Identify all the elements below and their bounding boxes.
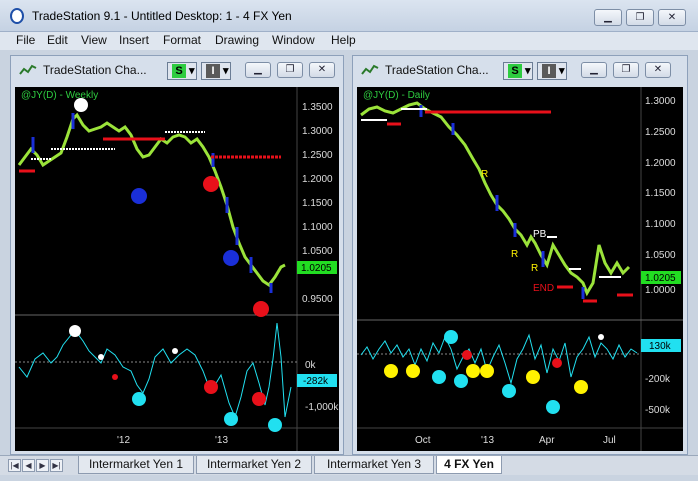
menu-drawing[interactable]: Drawing — [215, 33, 259, 47]
price-badge-label: 1.0205 — [645, 273, 676, 284]
signal-dot — [131, 188, 147, 204]
chart-minimize-button[interactable]: ▁ — [581, 62, 607, 78]
tab-4-fx-yen[interactable]: 4 FX Yen — [436, 456, 502, 474]
signal-dot — [253, 301, 269, 317]
menu-window[interactable]: Window — [272, 33, 315, 47]
tab-intermarket-yen-2[interactable]: Intermarket Yen 2 — [196, 456, 312, 474]
price-tick: 1.1500 — [302, 198, 333, 209]
price-tick: 1.0000 — [645, 285, 676, 296]
chart-close-button[interactable]: ✕ — [309, 62, 335, 78]
last-tab-icon[interactable]: ▶| — [50, 459, 63, 472]
indicator-badge-label: -282k — [303, 376, 329, 387]
menu-file[interactable]: File — [16, 33, 35, 47]
daily-chart[interactable]: @JY(D) - Daily 1.3000 1.2500 1.2000 1.15… — [357, 87, 683, 451]
price-tick: 1.3500 — [302, 102, 333, 113]
first-tab-icon[interactable]: |◀ — [8, 459, 21, 472]
price-badge-label: 1.0205 — [301, 263, 332, 274]
menu-help[interactable]: Help — [331, 33, 356, 47]
indicator-button[interactable]: I ▾ — [201, 62, 231, 80]
chart-window-title: TradeStation Cha... — [43, 63, 147, 77]
tab-intermarket-yen-3[interactable]: Intermarket Yen 3 — [314, 456, 434, 474]
x-tick: '13 — [481, 435, 494, 446]
menu-insert[interactable]: Insert — [119, 33, 149, 47]
weekly-chart[interactable]: @JY(D) - Weekly 1.3500 1.3000 1.2500 1.2… — [15, 87, 339, 451]
chart-window-icon — [19, 64, 37, 75]
status-strip — [0, 475, 698, 481]
chart-window-icon — [361, 64, 379, 75]
app-titlebar: TradeStation 9.1 - Untitled Desktop: 1 -… — [0, 0, 698, 32]
symbol-label: @JY(D) - Weekly — [21, 90, 98, 101]
chart-window-daily[interactable]: TradeStation Cha... S ▾ I ▾ ▁ ❐ ✕ @JY(D)… — [352, 55, 688, 455]
indicator-tick: -500k — [645, 405, 671, 416]
next-tab-icon[interactable]: ▶ — [36, 459, 49, 472]
annotation-label: R — [511, 249, 518, 260]
indicator-tick: 0k — [305, 360, 317, 371]
menu-view[interactable]: View — [81, 33, 107, 47]
annotation-label: R — [481, 169, 488, 180]
indicator-tick: -1,000k — [305, 402, 339, 413]
indicator-tick: -200k — [645, 374, 671, 385]
annotation-label: END — [533, 283, 554, 294]
price-tick: 0.9500 — [302, 294, 333, 305]
menu-bar: File Edit View Insert Format Drawing Win… — [0, 32, 698, 50]
menu-edit[interactable]: Edit — [47, 33, 68, 47]
strategy-button[interactable]: S ▾ — [167, 62, 197, 80]
price-tick: 1.3000 — [645, 96, 676, 107]
prev-tab-icon[interactable]: ◀ — [22, 459, 35, 472]
x-tick: Jul — [603, 435, 616, 446]
strategy-button[interactable]: S ▾ — [503, 62, 533, 80]
chart-close-button[interactable]: ✕ — [645, 62, 671, 78]
price-tick: 1.0500 — [302, 246, 333, 257]
minimize-button[interactable]: ▁ — [594, 9, 622, 26]
chart-minimize-button[interactable]: ▁ — [245, 62, 271, 78]
indicator-button[interactable]: I ▾ — [537, 62, 567, 80]
tradestation-logo-icon — [10, 8, 24, 24]
chart-window-titlebar: TradeStation Cha... S ▾ I ▾ ▁ ❐ ✕ — [353, 56, 687, 84]
signal-dot — [74, 98, 88, 112]
chart-window-title: TradeStation Cha... — [385, 63, 489, 77]
x-tick: Oct — [415, 435, 431, 446]
price-tick: 1.2000 — [302, 174, 333, 185]
price-tick: 1.2500 — [302, 150, 333, 161]
price-tick: 1.2000 — [645, 158, 676, 169]
desktop-tab-bar: |◀ ◀ ▶ ▶| Intermarket Yen 1 Intermarket … — [0, 455, 698, 475]
symbol-label: @JY(D) - Daily — [363, 90, 430, 101]
price-tick: 1.1000 — [302, 222, 333, 233]
tab-intermarket-yen-1[interactable]: Intermarket Yen 1 — [78, 456, 194, 474]
signal-dot — [203, 176, 219, 192]
chart-window-titlebar: TradeStation Cha... S ▾ I ▾ ▁ ❐ ✕ — [11, 56, 343, 84]
menu-format[interactable]: Format — [163, 33, 201, 47]
price-tick: 1.2500 — [645, 127, 676, 138]
price-tick: 1.1000 — [645, 219, 676, 230]
x-tick: '12 — [117, 435, 130, 446]
app-title: TradeStation 9.1 - Untitled Desktop: 1 -… — [32, 9, 292, 23]
annotation-label: PB — [533, 229, 547, 240]
restore-button[interactable]: ❐ — [626, 9, 654, 26]
x-tick: '13 — [215, 435, 228, 446]
price-tick: 1.0500 — [645, 250, 676, 261]
x-tick: Apr — [539, 435, 555, 446]
indicator-badge-label: 130k — [649, 341, 672, 352]
signal-dot — [223, 250, 239, 266]
chart-restore-button[interactable]: ❐ — [277, 62, 303, 78]
chart-restore-button[interactable]: ❐ — [613, 62, 639, 78]
price-tick: 1.3000 — [302, 126, 333, 137]
close-button[interactable]: ✕ — [658, 9, 686, 26]
annotation-label: R — [531, 263, 538, 274]
price-tick: 1.1500 — [645, 188, 676, 199]
chart-window-weekly[interactable]: TradeStation Cha... S ▾ I ▾ ▁ ❐ ✕ @JY(D)… — [10, 55, 344, 455]
